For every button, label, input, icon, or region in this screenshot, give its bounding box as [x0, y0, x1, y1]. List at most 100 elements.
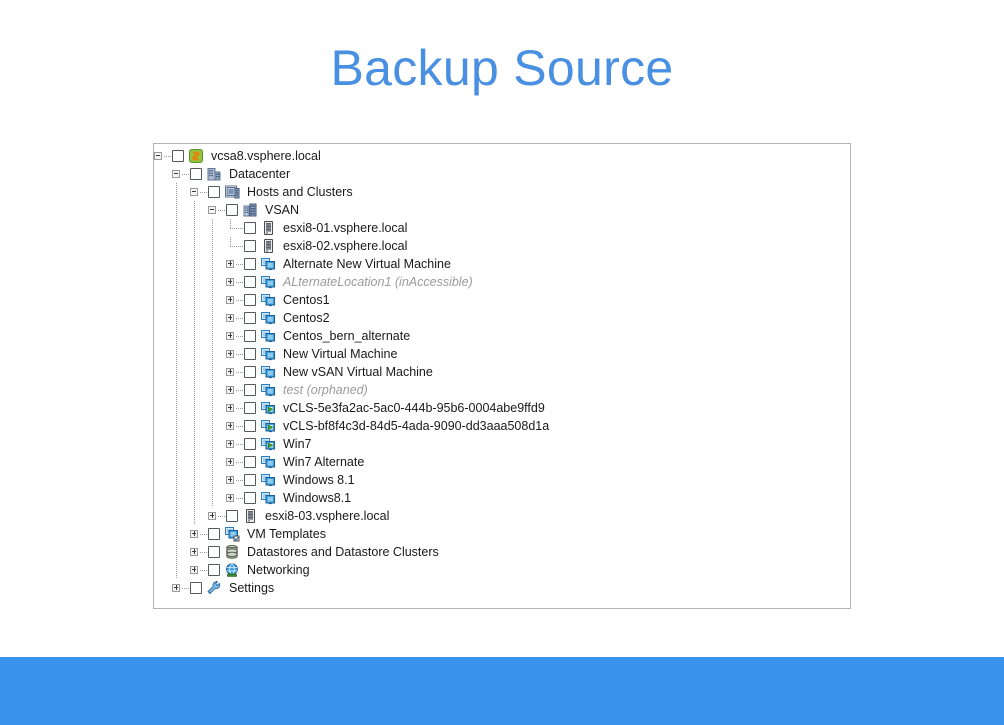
- tree-node-checkbox[interactable]: [244, 258, 256, 270]
- tree-node[interactable]: ALternateLocation1 (inAccessible): [154, 273, 850, 291]
- expand-toggle-icon[interactable]: [226, 435, 244, 453]
- tree-guide-line: [154, 183, 172, 201]
- tree-node-label: Centos_bern_alternate: [283, 329, 411, 343]
- tree-node-checkbox[interactable]: [244, 366, 256, 378]
- expand-toggle-icon[interactable]: [226, 291, 244, 309]
- tree-guide-line: [190, 345, 208, 363]
- tree-guide-line: [172, 489, 190, 507]
- tree-node-label: esxi8-02.vsphere.local: [283, 239, 408, 253]
- tree-node-list: vcsa8.vsphere.local Datacenter Hosts and C…: [154, 144, 850, 597]
- tree-node-checkbox[interactable]: [244, 420, 256, 432]
- collapse-toggle-icon[interactable]: [208, 201, 226, 219]
- tree-node-checkbox[interactable]: [244, 294, 256, 306]
- tree-node[interactable]: esxi8-03.vsphere.local: [154, 507, 850, 525]
- expand-toggle-icon[interactable]: [190, 543, 208, 561]
- collapse-toggle-icon[interactable]: [172, 165, 190, 183]
- expand-toggle-icon[interactable]: [226, 309, 244, 327]
- backup-source-tree-panel[interactable]: vcsa8.vsphere.local Datacenter Hosts and C…: [153, 143, 851, 609]
- expand-toggle-icon[interactable]: [226, 363, 244, 381]
- tree-guide-line: [154, 273, 172, 291]
- tree-node[interactable]: esxi8-01.vsphere.local: [154, 219, 850, 237]
- tree-node[interactable]: Datacenter: [154, 165, 850, 183]
- tree-node[interactable]: Win7: [154, 435, 850, 453]
- vm-icon: [260, 472, 277, 488]
- tree-node[interactable]: Centos_bern_alternate: [154, 327, 850, 345]
- tree-node-checkbox[interactable]: [244, 402, 256, 414]
- tree-node[interactable]: vCLS-5e3fa2ac-5ac0-444b-95b6-0004abe9ffd…: [154, 399, 850, 417]
- datastore-icon: [224, 544, 241, 560]
- tree-node-checkbox[interactable]: [244, 240, 256, 252]
- tree-node-label: VM Templates: [247, 527, 326, 541]
- tree-node[interactable]: VSAN: [154, 201, 850, 219]
- tree-node-checkbox[interactable]: [244, 456, 256, 468]
- tree-node[interactable]: Alternate New Virtual Machine: [154, 255, 850, 273]
- tree-node[interactable]: Centos1: [154, 291, 850, 309]
- tree-node[interactable]: Hosts and Clusters: [154, 183, 850, 201]
- expand-toggle-icon[interactable]: [226, 399, 244, 417]
- tree-guide-line: [172, 435, 190, 453]
- tree-node-checkbox[interactable]: [172, 150, 184, 162]
- tree-node[interactable]: Win7 Alternate: [154, 453, 850, 471]
- tree-guide-line: [208, 453, 226, 471]
- expand-toggle-icon[interactable]: [226, 489, 244, 507]
- tree-node-checkbox[interactable]: [244, 474, 256, 486]
- tree-node[interactable]: Datastores and Datastore Clusters: [154, 543, 850, 561]
- tree-node-label: esxi8-03.vsphere.local: [265, 509, 390, 523]
- tree-node-checkbox[interactable]: [226, 510, 238, 522]
- tree-node-checkbox[interactable]: [244, 492, 256, 504]
- expand-toggle-icon[interactable]: [226, 273, 244, 291]
- expand-toggle-icon[interactable]: [226, 327, 244, 345]
- tree-node[interactable]: vCLS-bf8f4c3d-84d5-4ada-9090-dd3aaa508d1…: [154, 417, 850, 435]
- tree-guide-line: [190, 309, 208, 327]
- tree-node-checkbox[interactable]: [226, 204, 238, 216]
- tree-node[interactable]: Settings: [154, 579, 850, 597]
- wrench-icon: [206, 580, 223, 596]
- tree-node-label: Win7: [283, 437, 312, 451]
- tree-node-checkbox[interactable]: [244, 222, 256, 234]
- tree-node-checkbox[interactable]: [244, 330, 256, 342]
- expand-toggle-icon[interactable]: [208, 507, 226, 525]
- tree-node-checkbox[interactable]: [244, 438, 256, 450]
- tree-guide-line: [154, 561, 172, 579]
- tree-node-checkbox[interactable]: [190, 168, 202, 180]
- tree-node-label: Settings: [229, 581, 275, 595]
- expand-toggle-icon[interactable]: [226, 255, 244, 273]
- datacenter-icon: [206, 166, 223, 182]
- tree-node[interactable]: New vSAN Virtual Machine: [154, 363, 850, 381]
- tree-node[interactable]: VM Templates: [154, 525, 850, 543]
- tree-guide-line: [190, 363, 208, 381]
- tree-node[interactable]: Windows 8.1: [154, 471, 850, 489]
- expand-toggle-icon[interactable]: [190, 525, 208, 543]
- tree-node[interactable]: Windows8.1: [154, 489, 850, 507]
- collapse-toggle-icon[interactable]: [154, 147, 172, 165]
- tree-node-checkbox[interactable]: [244, 276, 256, 288]
- tree-node-checkbox[interactable]: [208, 546, 220, 558]
- tree-node[interactable]: test (orphaned): [154, 381, 850, 399]
- tree-guide-line: [172, 507, 190, 525]
- collapse-toggle-icon[interactable]: [190, 183, 208, 201]
- expand-toggle-icon[interactable]: [226, 471, 244, 489]
- tree-node-checkbox[interactable]: [208, 564, 220, 576]
- tree-node-checkbox[interactable]: [244, 348, 256, 360]
- vm-icon: [260, 382, 277, 398]
- tree-node[interactable]: Networking: [154, 561, 850, 579]
- tree-node-checkbox[interactable]: [190, 582, 202, 594]
- tree-node[interactable]: vcsa8.vsphere.local: [154, 147, 850, 165]
- expand-toggle-icon[interactable]: [226, 453, 244, 471]
- expand-toggle-icon[interactable]: [226, 381, 244, 399]
- tree-node-checkbox[interactable]: [208, 186, 220, 198]
- tree-guide-line: [154, 381, 172, 399]
- tree-node-checkbox[interactable]: [244, 312, 256, 324]
- tree-node-checkbox[interactable]: [208, 528, 220, 540]
- tree-node-label: Windows 8.1: [283, 473, 355, 487]
- expand-toggle-icon[interactable]: [226, 345, 244, 363]
- expand-toggle-icon[interactable]: [226, 417, 244, 435]
- hosts-and-clusters-icon: [224, 184, 241, 200]
- expand-toggle-icon[interactable]: [190, 561, 208, 579]
- tree-node[interactable]: esxi8-02.vsphere.local: [154, 237, 850, 255]
- tree-node[interactable]: New Virtual Machine: [154, 345, 850, 363]
- tree-node[interactable]: Centos2: [154, 309, 850, 327]
- expand-toggle-icon[interactable]: [172, 579, 190, 597]
- tree-node-checkbox[interactable]: [244, 384, 256, 396]
- network-icon: [224, 562, 241, 578]
